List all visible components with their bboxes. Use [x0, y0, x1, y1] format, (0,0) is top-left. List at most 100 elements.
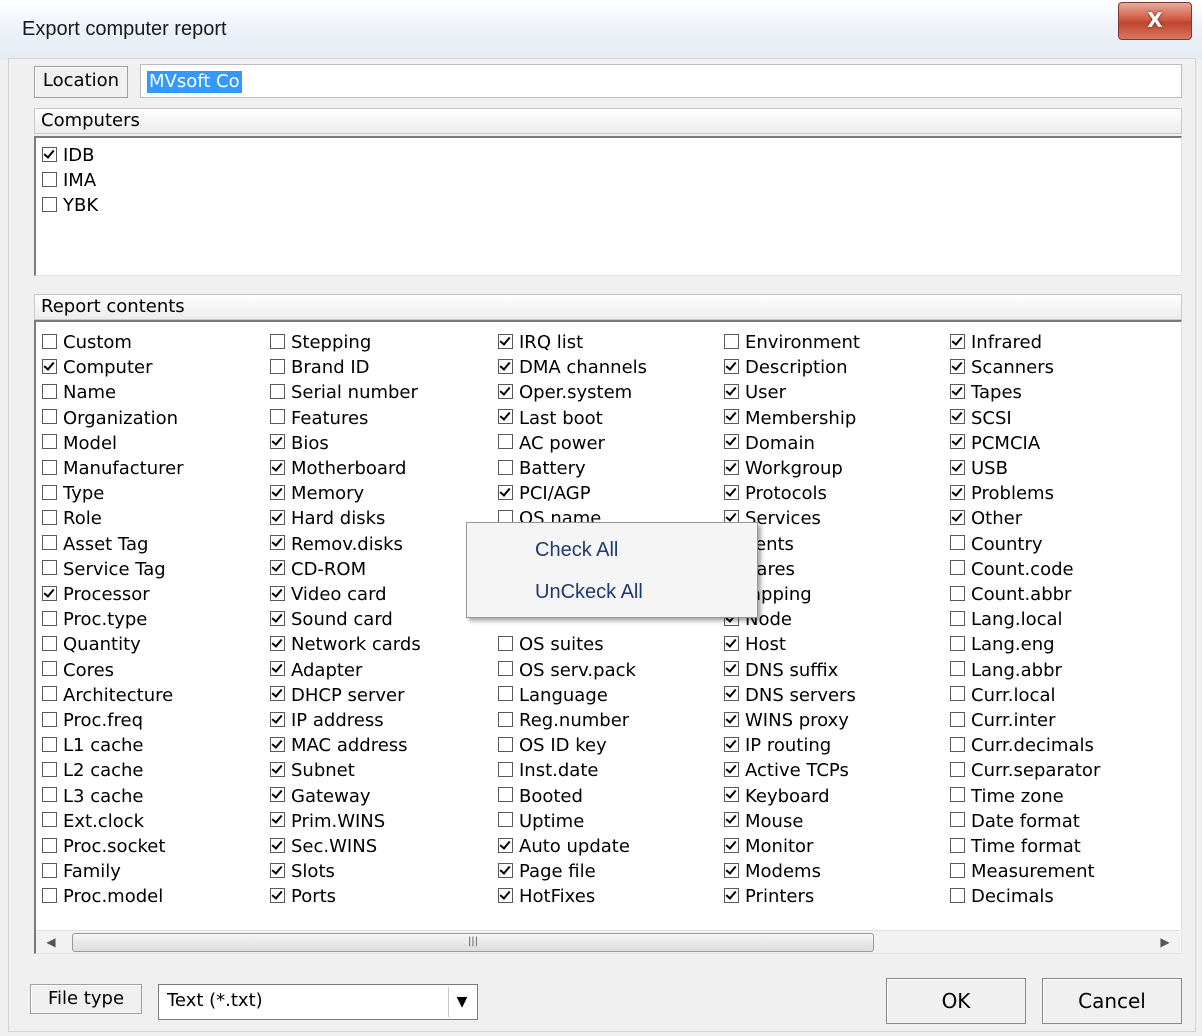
checkbox-checked[interactable]: [270, 787, 285, 803]
scroll-left-icon[interactable]: ◀: [40, 931, 62, 953]
report-option[interactable]: Last boot: [498, 406, 603, 431]
checkbox-checked[interactable]: [950, 459, 965, 475]
report-option[interactable]: HotFixes: [498, 884, 595, 909]
report-option[interactable]: OS ID key: [498, 733, 607, 758]
report-option[interactable]: Other: [950, 506, 1022, 531]
report-option[interactable]: Keyboard: [724, 784, 830, 809]
report-option[interactable]: WINS proxy: [724, 708, 849, 733]
report-contents-list[interactable]: Custom Computer Name Organization Model Manuf…: [34, 320, 1182, 954]
report-option[interactable]: Architecture: [42, 683, 173, 708]
menu-item-uncheck-all[interactable]: UnCkeck All: [535, 581, 643, 604]
report-option[interactable]: Scanners: [950, 355, 1054, 380]
report-option[interactable]: Bios: [270, 431, 329, 456]
checkbox-checked[interactable]: [498, 887, 513, 903]
report-option[interactable]: Remov.disks: [270, 532, 403, 557]
report-option[interactable]: Brand ID: [270, 355, 370, 380]
checkbox-checked[interactable]: [270, 887, 285, 903]
checkbox-checked[interactable]: [270, 736, 285, 752]
report-option[interactable]: Protocols: [724, 481, 827, 506]
checkbox-checked[interactable]: [950, 383, 965, 399]
checkbox-unchecked[interactable]: [42, 484, 57, 500]
file-type-select[interactable]: Text (*.txt) ▼: [158, 984, 478, 1020]
checkbox-unchecked[interactable]: [270, 358, 285, 374]
checkbox-checked[interactable]: [724, 787, 739, 803]
checkbox-unchecked[interactable]: [42, 787, 57, 803]
checkbox-checked[interactable]: [42, 585, 57, 601]
report-option[interactable]: Proc.freq: [42, 708, 143, 733]
report-option[interactable]: Page file: [498, 859, 596, 884]
report-option[interactable]: Subnet: [270, 758, 355, 783]
checkbox-checked[interactable]: [724, 862, 739, 878]
checkbox-unchecked[interactable]: [270, 409, 285, 425]
report-option[interactable]: Domain: [724, 431, 815, 456]
checkbox-unchecked[interactable]: [950, 560, 965, 576]
report-option[interactable]: DHCP server: [270, 683, 405, 708]
report-option[interactable]: Uptime: [498, 809, 584, 834]
report-option[interactable]: Environment: [724, 330, 860, 355]
computer-item[interactable]: YBK: [42, 193, 98, 218]
report-option[interactable]: L3 cache: [42, 784, 144, 809]
checkbox-unchecked[interactable]: [950, 686, 965, 702]
checkbox-unchecked[interactable]: [950, 787, 965, 803]
report-option[interactable]: Problems: [950, 481, 1054, 506]
checkbox-checked[interactable]: [724, 409, 739, 425]
checkbox-unchecked[interactable]: [42, 635, 57, 651]
checkbox-unchecked[interactable]: [42, 409, 57, 425]
report-option[interactable]: Processor: [42, 582, 150, 607]
report-option[interactable]: Lang.local: [950, 607, 1063, 632]
report-option[interactable]: SCSI: [950, 406, 1012, 431]
report-option[interactable]: Date format: [950, 809, 1080, 834]
checkbox-checked[interactable]: [724, 887, 739, 903]
checkbox-checked[interactable]: [270, 610, 285, 626]
checkbox-checked[interactable]: [950, 358, 965, 374]
report-option[interactable]: Country: [950, 532, 1043, 557]
report-option[interactable]: Curr.decimals: [950, 733, 1094, 758]
report-option[interactable]: Custom: [42, 330, 132, 355]
checkbox-checked[interactable]: [270, 635, 285, 651]
checkbox-unchecked[interactable]: [42, 459, 57, 475]
report-option[interactable]: Type: [42, 481, 104, 506]
checkbox-checked[interactable]: [270, 560, 285, 576]
checkbox-unchecked[interactable]: [42, 333, 57, 349]
report-option[interactable]: Language: [498, 683, 608, 708]
checkbox-unchecked[interactable]: [42, 862, 57, 878]
scroll-right-icon[interactable]: ▶: [1154, 931, 1176, 953]
checkbox-checked[interactable]: [498, 862, 513, 878]
report-option[interactable]: Role: [42, 506, 102, 531]
report-option[interactable]: Service Tag: [42, 557, 166, 582]
report-option[interactable]: Name: [42, 380, 116, 405]
checkbox-checked[interactable]: [724, 661, 739, 677]
report-option[interactable]: Adapter: [270, 658, 362, 683]
horizontal-scrollbar[interactable]: ◀ ||| ▶: [36, 930, 1180, 953]
checkbox-unchecked[interactable]: [498, 787, 513, 803]
report-option[interactable]: Computer: [42, 355, 152, 380]
location-button[interactable]: Location: [34, 66, 128, 98]
report-option[interactable]: IRQ list: [498, 330, 583, 355]
computer-item[interactable]: IDB: [42, 143, 95, 168]
checkbox-checked[interactable]: [270, 812, 285, 828]
report-option[interactable]: OS suites: [498, 632, 604, 657]
checkbox-unchecked[interactable]: [950, 711, 965, 727]
report-option[interactable]: Mouse: [724, 809, 803, 834]
report-option[interactable]: Prim.WINS: [270, 809, 385, 834]
report-option[interactable]: Manufacturer: [42, 456, 184, 481]
checkbox-checked[interactable]: [270, 862, 285, 878]
close-button[interactable]: X: [1118, 2, 1192, 40]
checkbox-checked[interactable]: [724, 711, 739, 727]
chevron-down-icon[interactable]: ▼: [448, 987, 475, 1017]
checkbox-checked[interactable]: [270, 459, 285, 475]
checkbox-unchecked[interactable]: [950, 585, 965, 601]
report-option[interactable]: Count.code: [950, 557, 1074, 582]
checkbox-unchecked[interactable]: [724, 333, 739, 349]
checkbox-checked[interactable]: [270, 535, 285, 551]
report-option[interactable]: Curr.local: [950, 683, 1055, 708]
report-option[interactable]: Network cards: [270, 632, 421, 657]
checkbox-unchecked[interactable]: [42, 535, 57, 551]
report-option[interactable]: Oper.system: [498, 380, 632, 405]
checkbox-unchecked[interactable]: [42, 509, 57, 525]
report-option[interactable]: Inst.date: [498, 758, 598, 783]
checkbox-unchecked[interactable]: [950, 610, 965, 626]
checkbox-unchecked[interactable]: [498, 459, 513, 475]
report-option[interactable]: Decimals: [950, 884, 1054, 909]
report-option[interactable]: Host: [724, 632, 786, 657]
